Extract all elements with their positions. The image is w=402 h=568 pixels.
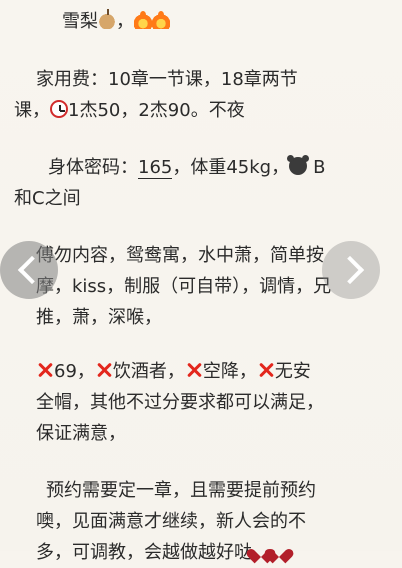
fire-emoji-icon [152, 11, 170, 29]
red-cross-icon [185, 361, 203, 379]
post-image: 雪梨， 家用费：10章一节课，18章两节 课， 1杰50，2杰90。不夜 身体密码… [0, 0, 402, 563]
fire-emoji-icon [134, 11, 152, 29]
text-line-9: 69， 饮酒者， 空降， 无安 [0, 356, 402, 387]
text-line-14: 多，可调教，会越做越好哒 [0, 537, 402, 568]
text-line-2: 家用费：10章一节课，18章两节 [36, 69, 298, 90]
next-image-button[interactable] [322, 241, 380, 299]
chevron-right-icon [335, 255, 365, 285]
text-line-4: 身体密码：165，体重45kg， B [48, 155, 326, 179]
pear-emoji-icon [98, 9, 116, 29]
bear-face-icon [287, 155, 310, 175]
red-cross-icon [257, 361, 275, 379]
chevron-left-icon [17, 255, 47, 285]
text-line-5: 和C之间 [14, 188, 81, 209]
text-line-3: 课， 1杰50，2杰90。不夜 [14, 100, 245, 121]
text-line-1: 雪梨， [0, 6, 402, 37]
previous-image-button[interactable] [0, 241, 58, 299]
alarm-clock-icon [50, 100, 68, 118]
text-line-8: 推，萧，深喉， [36, 307, 162, 328]
red-cross-icon [36, 361, 54, 379]
title-text: 雪梨 [62, 11, 98, 32]
heart-icon [270, 542, 288, 560]
text-line-11: 保证满意， [36, 423, 126, 444]
red-cross-icon [95, 361, 113, 379]
text-line-13: 噢，见面满意才继续，新人会的不 [36, 511, 306, 532]
text-line-10: 全帽，其他不过分要求都可以满足， [36, 392, 324, 413]
text-line-12: 预约需要定一章，且需要提前预约 [46, 480, 316, 501]
